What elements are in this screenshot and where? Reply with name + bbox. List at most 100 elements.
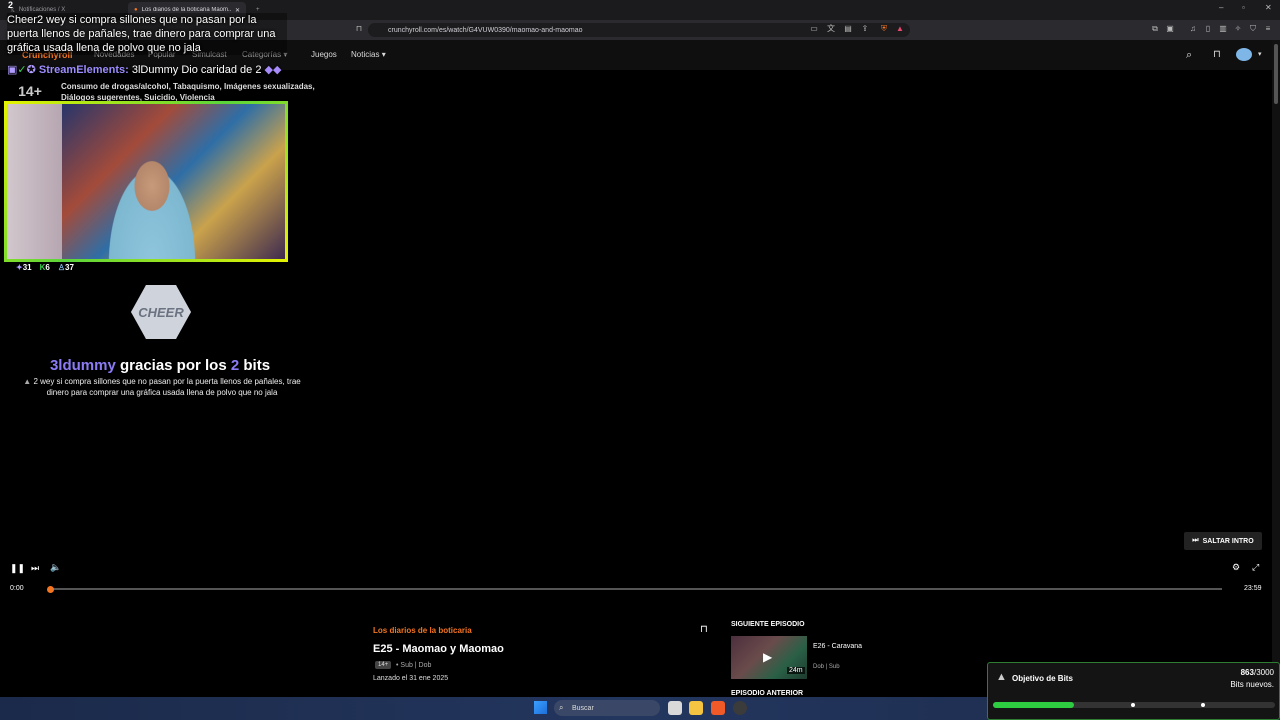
- subs-count: 31: [22, 263, 32, 272]
- webcam-feed: [4, 101, 288, 262]
- twitch-badge-icon: ▣: [7, 64, 18, 76]
- cheer-text: gracias por los: [115, 357, 231, 374]
- skip-intro-button[interactable]: ⏭ SALTAR INTRO: [1184, 532, 1262, 550]
- bits-goal-count: 863/3000: [1200, 668, 1274, 677]
- bits-gem-icon: ◆◆: [264, 64, 282, 76]
- cheer-username: 3ldummy: [49, 357, 116, 374]
- menu-icon[interactable]: ≡: [1263, 24, 1273, 34]
- cheer-thanks: 3ldummy gracias por los 2 bits: [0, 357, 320, 374]
- age-rating-badge: 14+: [18, 83, 42, 99]
- nav-label: Noticias: [351, 50, 380, 59]
- extension-icon[interactable]: ⧉: [1150, 24, 1160, 34]
- chevron-down-icon: ▾: [381, 50, 386, 59]
- cheer-text-end: bits: [239, 357, 271, 374]
- fullscreen-icon[interactable]: ⤢: [1252, 562, 1259, 573]
- chat-message: ▣✓✪ StreamElements: 3lDummy Dio caridad …: [7, 63, 281, 76]
- next-icon[interactable]: ⏭: [31, 563, 39, 574]
- avatar[interactable]: [1236, 48, 1252, 61]
- series-title-link[interactable]: Los diarios de la boticaria: [373, 626, 472, 635]
- settings-icon[interactable]: ⚙: [1232, 562, 1240, 573]
- kick-count: 6: [45, 263, 50, 272]
- release-date: Lanzado el 31 ene 2025: [373, 675, 449, 682]
- webcam-curtain: [7, 104, 62, 259]
- share-icon[interactable]: ⇪: [860, 24, 870, 34]
- watchlist-bookmark-icon[interactable]: ⊓: [700, 624, 708, 635]
- skip-forward-icon: ⏭: [1192, 537, 1199, 544]
- seek-bar[interactable]: [48, 588, 1222, 590]
- bits-progress-fill: [993, 702, 1074, 708]
- sidebar-icon[interactable]: ▯: [1203, 24, 1213, 34]
- webcam-streamer: [97, 144, 207, 259]
- content-descriptors: Consumo de drogas/alcohol, Tabaquismo, I…: [61, 82, 315, 102]
- taskbar-search-label: Buscar: [572, 704, 594, 712]
- brave-shield-icon[interactable]: ⛨: [879, 24, 889, 34]
- followers-count: 37: [65, 263, 74, 272]
- windows-start-icon[interactable]: [534, 701, 547, 714]
- taskbar-search[interactable]: ⌕ Buscar: [554, 700, 660, 716]
- verified-badge-icon: ✪: [26, 64, 36, 76]
- chat-text: 3lDummy Dio caridad de 2: [131, 64, 262, 76]
- bits-goal-title: Objetivo de Bits: [1012, 674, 1073, 683]
- next-episode-audio: Dob | Sub: [813, 664, 840, 670]
- nav-noticias[interactable]: Noticias ▾: [351, 50, 386, 59]
- seek-handle[interactable]: [47, 586, 54, 593]
- nav-juegos[interactable]: Juegos: [311, 50, 337, 59]
- next-episode-title[interactable]: E26 - Caravana: [813, 643, 862, 650]
- url-text: crunchyroll.com/es/watch/G4VUW0390/maoma…: [388, 26, 583, 34]
- reader-icon[interactable]: ▤: [843, 24, 853, 34]
- followers-stat: ♙37: [58, 263, 74, 272]
- kick-stat: K6: [40, 263, 50, 272]
- close-window-icon[interactable]: ✕: [1265, 3, 1272, 12]
- music-icon[interactable]: ♫: [1188, 24, 1198, 34]
- restore-icon[interactable]: ▫: [1242, 3, 1245, 12]
- bookmark-icon[interactable]: ⊓: [354, 24, 364, 34]
- stream-stats: ✦31 K6 ♙37: [16, 263, 74, 272]
- chevron-down-icon[interactable]: ▾: [1258, 50, 1262, 58]
- bits-milestone-marker: [1201, 703, 1205, 707]
- screen-icon[interactable]: ▭: [809, 24, 819, 34]
- bits-milestone-marker: [1131, 703, 1135, 707]
- cheer-message: ▲ 2 wey si compra sillones que no pasan …: [12, 376, 312, 398]
- minimize-icon[interactable]: –: [1219, 3, 1223, 12]
- time-current: 0:00: [10, 585, 24, 592]
- volume-icon[interactable]: 🔈: [50, 562, 61, 573]
- bits-triangle-icon: ▲: [23, 377, 32, 386]
- bookmark-list-icon[interactable]: ⊓: [1213, 49, 1221, 60]
- search-icon[interactable]: ⌕: [1186, 49, 1192, 62]
- alert-count: 2: [8, 0, 14, 10]
- cheer-message-text: 2 wey si compra sillones que no pasan po…: [33, 377, 301, 397]
- translate-icon[interactable]: 文: [826, 24, 836, 34]
- rating-badge: 14+: [375, 661, 392, 669]
- brave-browser-icon[interactable]: [711, 701, 725, 715]
- wallet-icon[interactable]: ▣: [1165, 24, 1175, 34]
- time-total: 23:59: [1244, 585, 1262, 592]
- bits-target: /3000: [1253, 668, 1274, 677]
- next-episode-duration: 24m: [787, 667, 805, 674]
- cheer-amount: 2: [230, 357, 240, 374]
- task-view-icon[interactable]: [668, 701, 682, 715]
- next-episode-header: SIGUIENTE EPISODIO: [731, 621, 805, 628]
- check-badge-icon: ✓: [17, 64, 27, 76]
- scrollbar-track: [1272, 40, 1280, 700]
- bits-triangle-icon: ▲: [996, 671, 1007, 683]
- audio-options: • Sub | Dob: [396, 662, 432, 669]
- bits-goal-subtitle: Bits nuevos.: [1230, 680, 1274, 689]
- file-explorer-icon[interactable]: [689, 701, 703, 715]
- brave-rewards-icon[interactable]: ▲: [895, 24, 905, 34]
- tab-search-icon[interactable]: ▥: [1218, 24, 1228, 34]
- chat-username: StreamElements:: [38, 64, 129, 76]
- play-icon: ▶: [763, 650, 773, 664]
- subs-stat: ✦31: [16, 263, 32, 272]
- episode-title: E25 - Maomao y Maomao: [373, 643, 504, 655]
- cheer-alert-message: Cheer2 wey si compra sillones que no pas…: [7, 13, 287, 55]
- scrollbar-thumb[interactable]: [1274, 44, 1278, 104]
- pause-icon[interactable]: ❚❚: [10, 563, 25, 574]
- vpn-icon[interactable]: ⛉: [1248, 24, 1258, 34]
- search-icon: ⌕: [559, 703, 564, 712]
- puzzle-icon[interactable]: ✧: [1233, 24, 1243, 34]
- skip-label: SALTAR INTRO: [1202, 537, 1254, 545]
- sub-icon: ✦: [16, 263, 23, 272]
- bits-current: 863: [1240, 668, 1254, 677]
- obs-icon[interactable]: [733, 701, 747, 715]
- user-icon: ♙: [57, 263, 66, 272]
